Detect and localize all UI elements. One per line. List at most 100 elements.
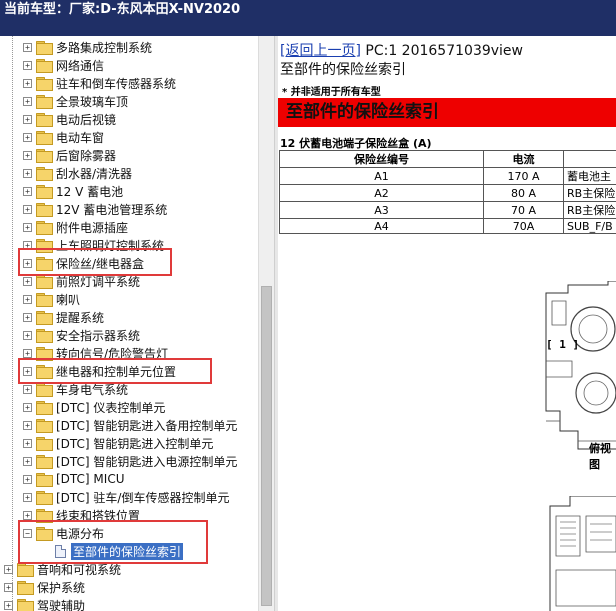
fuse-table: 保险丝编号 电流 A1 170 A 蓄电池主 A2 80 A RB主保险 A3 … — [279, 150, 616, 234]
tree-item[interactable]: + [DTC] 智能钥匙进入电源控制单元 — [23, 452, 237, 470]
tree-expander-icon[interactable]: + — [23, 204, 32, 214]
tree-item-label: 驾驶辅助 — [37, 598, 86, 611]
tree-item[interactable]: + [DTC] 仪表控制单元 — [23, 398, 165, 416]
tree-expander-icon[interactable]: + — [23, 168, 32, 178]
tree-expander-icon[interactable]: + — [23, 492, 32, 502]
tree-item[interactable]: + 上车照明灯控制系统 — [23, 236, 164, 254]
tree-item-label: [DTC] MICU — [56, 472, 125, 486]
tree-item-top[interactable]: + 音响和可视系统 — [4, 560, 121, 578]
tree-item-label: [DTC] 智能钥匙进入控制单元 — [56, 436, 214, 451]
tree-expander-icon[interactable]: + — [23, 222, 32, 232]
tree-expander-icon[interactable]: + — [23, 366, 32, 376]
tree-item[interactable]: + 喇叭 — [23, 290, 80, 308]
tree-item[interactable]: + 继电器和控制单元位置 — [23, 362, 176, 380]
tree-item[interactable]: + 安全指示器系统 — [23, 326, 140, 344]
tree-expander-icon[interactable]: + — [23, 330, 32, 340]
tree-expander-icon[interactable]: + — [23, 294, 32, 304]
tree-item-label: 全景玻璃车顶 — [56, 94, 129, 109]
applicability-note: * 并非适用于所有车型 — [282, 87, 381, 98]
tree-expander-icon[interactable]: + — [23, 456, 32, 466]
tree-expander-icon[interactable]: − — [23, 528, 32, 538]
tree-item-label: 后窗除雾器 — [56, 148, 117, 163]
tree-item[interactable]: + 多路集成控制系统 — [23, 38, 152, 56]
circuit-cell: RB主保险 — [563, 201, 616, 219]
folder-icon — [36, 383, 53, 397]
tree-expander-icon[interactable]: + — [4, 564, 13, 574]
tree-item-label: 电动车窗 — [56, 130, 105, 145]
tree-connector-line — [12, 36, 13, 611]
tree-item[interactable]: + 网络通信 — [23, 56, 104, 74]
tree-scrollbar[interactable] — [258, 36, 274, 611]
tree-expander-icon[interactable]: + — [23, 384, 32, 394]
tree-expander-icon[interactable]: + — [23, 150, 32, 160]
folder-icon — [36, 41, 53, 55]
tree-expander-icon[interactable]: + — [23, 438, 32, 448]
folder-icon — [36, 419, 53, 433]
tree-item[interactable]: + 电动后视镜 — [23, 110, 116, 128]
tree-item[interactable]: + 前照灯调平系统 — [23, 272, 140, 290]
folder-icon — [17, 563, 34, 577]
tree-expander-icon[interactable]: + — [23, 312, 32, 322]
tree-expander-icon[interactable]: + — [23, 420, 32, 430]
folder-icon — [36, 257, 53, 271]
tree-item-label: 网络通信 — [56, 58, 105, 73]
tree-expander-icon[interactable]: + — [4, 600, 13, 610]
tree-expander-icon[interactable]: + — [23, 510, 32, 520]
tree-expander-icon[interactable]: + — [23, 114, 32, 124]
tree-expander-icon[interactable]: + — [4, 582, 13, 592]
circuit-cell: 蓄电池主 — [563, 167, 616, 185]
tree-item[interactable]: + 转向信号/危险警告灯 — [23, 344, 168, 362]
tree-item[interactable]: +12 V 蓄电池 — [23, 182, 123, 200]
tree-item[interactable]: + [DTC] 驻车/倒车传感器控制单元 — [23, 488, 229, 506]
tree-expander-icon[interactable]: + — [23, 132, 32, 142]
tree-item[interactable]: + 提醒系统 — [23, 308, 104, 326]
tree-expander-icon[interactable]: + — [23, 42, 32, 52]
navigation-tree-pane[interactable]: + 多路集成控制系统 + 网络通信 + 驻车和倒车传感器系统 + 全景玻璃车顶 + 电动后视镜 + 电… — [0, 36, 258, 611]
tree-item[interactable]: + 电动车窗 — [23, 128, 104, 146]
tree-expander-icon[interactable]: + — [23, 240, 32, 250]
tree-item-selected[interactable]: 至部件的保险丝索引 — [55, 542, 184, 560]
fuse-number-cell: A4 — [279, 218, 484, 234]
tree-item[interactable]: + 附件电源插座 — [23, 218, 128, 236]
folder-icon — [36, 329, 53, 343]
tree-expander-icon[interactable]: + — [23, 78, 32, 88]
tree-item[interactable]: + 驻车和倒车传感器系统 — [23, 74, 176, 92]
fuse-number-cell: A3 — [279, 201, 484, 219]
table-row: A1 170 A 蓄电池主 — [279, 167, 616, 185]
tree-item[interactable]: + 全景玻璃车顶 — [23, 92, 128, 110]
content-pane: [返回上一页] PC:1 2016571039view 至部件的保险丝索引 * … — [278, 36, 616, 611]
folder-icon — [36, 239, 53, 253]
tree-item[interactable]: +12V 蓄电池管理系统 — [23, 200, 167, 218]
tree-item-label: 刮水器/清洗器 — [56, 166, 133, 181]
tree-expander-icon[interactable]: + — [23, 60, 32, 70]
tree-expander-icon[interactable]: + — [23, 474, 32, 484]
tree-item-top[interactable]: + 保护系统 — [4, 578, 85, 596]
tree-scrollbar-thumb[interactable] — [261, 286, 272, 606]
tree-expander-icon[interactable]: + — [23, 96, 32, 106]
folder-icon — [36, 275, 53, 289]
tree-expander-icon[interactable]: + — [23, 348, 32, 358]
tree-item-label: 前照灯调平系统 — [56, 274, 141, 289]
circuit-cell: SUB_F/B — [563, 218, 616, 234]
tree-item[interactable]: + 后窗除雾器 — [23, 146, 116, 164]
tree-item[interactable]: + [DTC] MICU — [23, 470, 124, 488]
tree-item[interactable]: + [DTC] 智能钥匙进入控制单元 — [23, 434, 213, 452]
tree-item[interactable]: + [DTC] 智能钥匙进入备用控制单元 — [23, 416, 237, 434]
tree-expander-icon[interactable]: + — [23, 276, 32, 286]
folder-icon — [36, 401, 53, 415]
tree-item[interactable]: + 刮水器/清洗器 — [23, 164, 132, 182]
tree-expander-icon[interactable]: + — [23, 402, 32, 412]
tree-item[interactable]: + 车身电气系统 — [23, 380, 128, 398]
folder-icon — [36, 293, 53, 307]
tree-item[interactable]: + 保险丝/继电器盒 — [23, 254, 144, 272]
folder-icon — [36, 59, 53, 73]
tree-item[interactable]: + 线束和搭铁位置 — [23, 506, 140, 524]
tree-item[interactable]: − 电源分布 — [23, 524, 104, 542]
document-icon — [55, 544, 66, 558]
tree-expander-icon[interactable]: + — [23, 186, 32, 196]
tree-item-label: 继电器和控制单元位置 — [56, 364, 177, 379]
tree-item-label: [DTC] 智能钥匙进入电源控制单元 — [56, 454, 238, 469]
tree-item-top[interactable]: + 驾驶辅助 — [4, 596, 85, 611]
back-link[interactable]: [返回上一页] — [280, 43, 361, 59]
tree-expander-icon[interactable]: + — [23, 258, 32, 268]
